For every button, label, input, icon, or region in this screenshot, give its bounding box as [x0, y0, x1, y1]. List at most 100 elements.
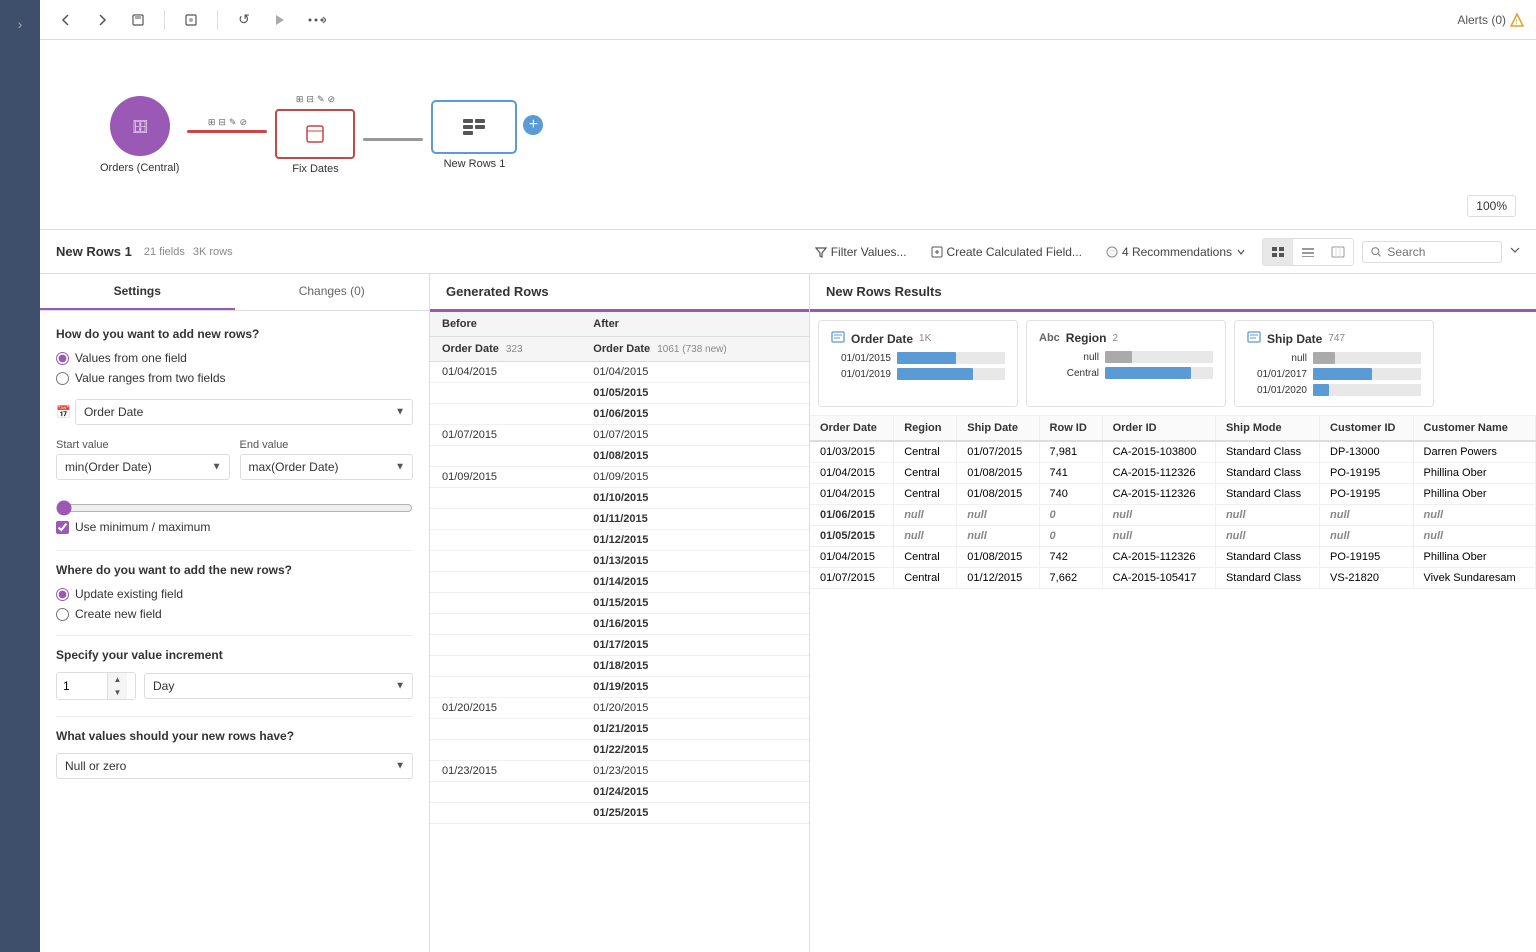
result-bar-label: null	[1247, 353, 1307, 364]
bookmark-button[interactable]	[177, 6, 205, 34]
radio-from-one[interactable]: Values from one field	[56, 351, 413, 365]
back-button[interactable]	[52, 6, 80, 34]
before-cell	[430, 740, 581, 761]
view-toggle-grid[interactable]	[1293, 239, 1323, 265]
increment-spinners: ▲ ▼	[107, 673, 127, 699]
play-button[interactable]	[266, 6, 294, 34]
panel-header: New Rows 1 21 fields 3K rows Filter Valu…	[40, 230, 1536, 274]
flow-node-orders-central[interactable]: 🗄 Orders (Central)	[100, 96, 179, 174]
table-cell: Phillina Ober	[1413, 463, 1535, 484]
radio-create-new[interactable]: Create new field	[56, 607, 413, 621]
increment-input-wrapper: ▲ ▼	[56, 672, 136, 700]
use-min-max-label: Use minimum / maximum	[75, 520, 210, 534]
result-bar-row: null	[1039, 351, 1213, 363]
search-input[interactable]	[1387, 245, 1493, 259]
recommendations-button[interactable]: ♡ 4 Recommendations	[1098, 241, 1254, 263]
after-cell: 01/07/2015	[581, 425, 809, 446]
view-toggle	[1262, 238, 1354, 266]
before-col-header: Before	[430, 312, 581, 337]
table-cell: 01/05/2015	[810, 526, 894, 547]
table-cell: 01/04/2015	[810, 484, 894, 505]
after-field-header: Order Date 1061 (738 new)	[581, 337, 809, 362]
tab-settings[interactable]: Settings	[40, 274, 235, 310]
search-dropdown-button[interactable]	[1510, 245, 1520, 258]
panel-meta: 21 fields 3K rows	[144, 246, 233, 258]
after-cell: 01/04/2015	[581, 362, 809, 383]
start-value-label: Start value	[56, 439, 230, 451]
table-cell: 01/08/2015	[957, 547, 1039, 568]
alerts-button[interactable]: Alerts (0) !	[1457, 13, 1524, 27]
view-toggle-list[interactable]	[1323, 239, 1353, 265]
radio-update-existing[interactable]: Update existing field	[56, 587, 413, 601]
increment-label: Specify your value increment	[56, 648, 413, 662]
table-cell: 01/04/2015	[810, 547, 894, 568]
after-cell: 01/15/2015	[581, 593, 809, 614]
table-row: 01/17/2015	[430, 635, 809, 656]
increment-up[interactable]: ▲	[107, 673, 127, 686]
refresh-button[interactable]: ↺	[230, 6, 258, 34]
result-bar-track	[1313, 384, 1421, 396]
results-table-area[interactable]: Order DateRegionShip DateRow IDOrder IDS…	[810, 416, 1536, 952]
sidebar-expand-btn[interactable]: ›	[10, 8, 31, 40]
table-cell: 01/07/2015	[957, 441, 1039, 463]
filter-values-button[interactable]: Filter Values...	[807, 241, 915, 263]
table-row: 01/05/2015	[430, 383, 809, 404]
table-cell: Central	[894, 484, 957, 505]
table-cell: 01/08/2015	[957, 463, 1039, 484]
table-cell: CA-2015-112326	[1102, 463, 1215, 484]
table-row: 01/19/2015	[430, 677, 809, 698]
increment-down[interactable]: ▼	[107, 686, 127, 699]
table-row: 01/16/2015	[430, 614, 809, 635]
save-view-button[interactable]	[124, 6, 152, 34]
table-cell: null	[894, 526, 957, 547]
view-toggle-detailed[interactable]	[1263, 239, 1293, 265]
end-value-label: End value	[240, 439, 414, 451]
right-content-wrapper: Generated Rows Before After	[430, 274, 1536, 952]
after-cell: 01/08/2015	[581, 446, 809, 467]
before-cell	[430, 719, 581, 740]
table-cell: 01/06/2015	[810, 505, 894, 526]
svg-text:🗄: 🗄	[131, 119, 148, 134]
end-value-select[interactable]: max(Order Date)	[240, 454, 414, 480]
forward-button[interactable]	[88, 6, 116, 34]
where-radio-group: Update existing field Create new field	[56, 587, 413, 621]
field-select-dropdown[interactable]: Order Date	[75, 399, 413, 425]
use-min-max-input[interactable]	[56, 521, 69, 534]
results-col-header: Order Date	[810, 416, 894, 441]
table-cell: Vivek Sundaresam	[1413, 568, 1535, 589]
tab-changes[interactable]: Changes (0)	[235, 274, 430, 310]
use-min-max-checkbox: Use minimum / maximum	[56, 520, 413, 534]
result-bar-label: 01/01/2019	[831, 369, 891, 380]
result-card-header: Abc Region 2	[1039, 331, 1213, 345]
result-bar-row: 01/01/2019	[831, 368, 1005, 380]
table-row: 01/04/2015Central01/08/2015741CA-2015-11…	[810, 463, 1536, 484]
results-cards: Order Date 1K 01/01/2015 01/01/2019 Abc …	[810, 312, 1536, 416]
result-card: Abc Region 2 null Central	[1026, 320, 1226, 407]
result-bar-label: 01/01/2015	[831, 353, 891, 364]
results-col-header: Order ID	[1102, 416, 1215, 441]
calc-field-button[interactable]: Create Calculated Field...	[923, 241, 1090, 263]
result-bar-track	[1313, 368, 1421, 380]
result-card-header: Ship Date 747	[1247, 331, 1421, 346]
more-button[interactable]	[302, 6, 330, 34]
new-rows-1-label: New Rows 1	[431, 158, 517, 170]
increment-unit-select[interactable]: Day Week Month Year	[144, 673, 413, 699]
increment-value-input[interactable]	[57, 675, 107, 697]
settings-content: How do you want to add new rows? Values …	[40, 311, 429, 795]
flow-node-fix-dates[interactable]: ⊞ ⊟ ✎ ⊘ Fix Dates	[275, 94, 355, 175]
before-cell	[430, 488, 581, 509]
table-cell: 01/12/2015	[957, 568, 1039, 589]
settings-tabs: Settings Changes (0)	[40, 274, 429, 311]
result-bar-track	[1313, 352, 1421, 364]
table-row: 01/07/2015Central01/12/20157,662CA-2015-…	[810, 568, 1536, 589]
radio-from-two[interactable]: Value ranges from two fields	[56, 371, 413, 385]
flow-node-new-rows-1[interactable]: New Rows 1 +	[431, 100, 543, 170]
start-value-select[interactable]: min(Order Date)	[56, 454, 230, 480]
values-select[interactable]: Null or zero Interpolated	[56, 753, 413, 779]
before-cell	[430, 635, 581, 656]
add-step-button[interactable]: +	[523, 115, 543, 135]
range-slider[interactable]	[56, 500, 413, 516]
table-row: 01/08/2015	[430, 446, 809, 467]
result-bar-row: 01/01/2020	[1247, 384, 1421, 396]
table-cell: PO-19195	[1320, 463, 1413, 484]
